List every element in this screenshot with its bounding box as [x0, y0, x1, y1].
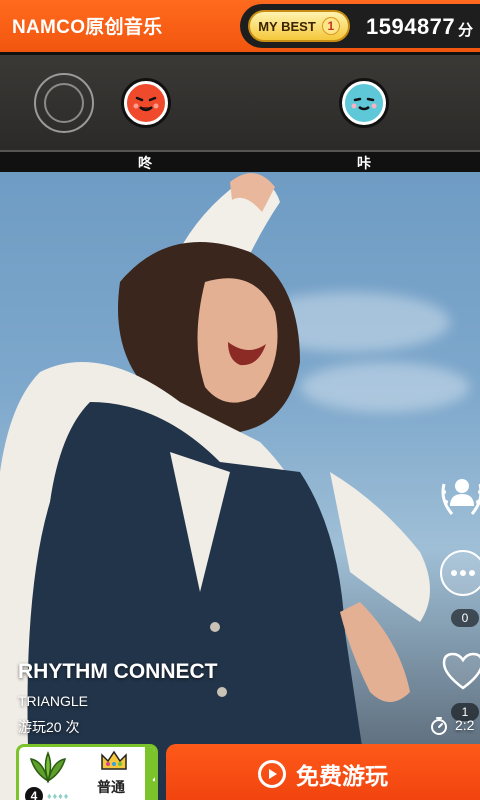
difficulty-level: 4: [25, 787, 43, 800]
free-play-label: 免费游玩: [296, 763, 388, 789]
play-icon: [258, 760, 286, 788]
timer-icon: [431, 717, 447, 735]
app-title: NAMCO原创音乐: [12, 17, 163, 38]
don-label: 咚: [138, 155, 152, 171]
ka-label: 咔: [357, 155, 371, 171]
heart-icon[interactable]: [440, 648, 480, 694]
comment-icon: [451, 570, 475, 576]
judgement-ring-inner: [44, 83, 84, 123]
best-score: 1594877: [366, 14, 456, 39]
ka-note-icon: [342, 81, 386, 125]
difficulty-selector[interactable]: 4 ♦♦♦♦ 普通: [16, 744, 158, 800]
comment-count: 0: [451, 609, 479, 627]
drum-lane: [0, 52, 480, 150]
song-duration: 2:2: [455, 717, 475, 733]
leaderboard-icon[interactable]: [440, 472, 480, 518]
judgement-ring-icon: [34, 73, 94, 133]
difficulty-leaf-icon: [29, 751, 67, 784]
my-best-label: MY BEST: [258, 18, 316, 34]
don-note-icon: [124, 81, 168, 125]
my-best-rank: 1: [321, 17, 340, 35]
expand-difficulty-button[interactable]: [145, 747, 155, 800]
crown-icon: [101, 750, 127, 770]
difficulty-name: 普通: [97, 779, 125, 795]
play-count: 游玩20 次: [18, 719, 80, 735]
score-unit: 分: [458, 22, 474, 39]
top-bar: NAMCO原创音乐 MY BEST 1 1594877 分: [0, 0, 480, 52]
song-title: RHYTHM CONNECT: [18, 660, 218, 683]
song-artist: TRIANGLE: [18, 693, 89, 709]
chevron-up-icon: [152, 777, 155, 782]
comment-button[interactable]: [440, 550, 480, 596]
score-panel: MY BEST 1 1594877 分: [240, 4, 480, 48]
lane-label-bar: 咚 咔: [0, 150, 480, 172]
difficulty-stars: ♦♦♦♦: [47, 791, 70, 800]
my-best-badge: MY BEST 1: [248, 10, 350, 42]
free-play-button[interactable]: 免费游玩: [166, 744, 480, 800]
